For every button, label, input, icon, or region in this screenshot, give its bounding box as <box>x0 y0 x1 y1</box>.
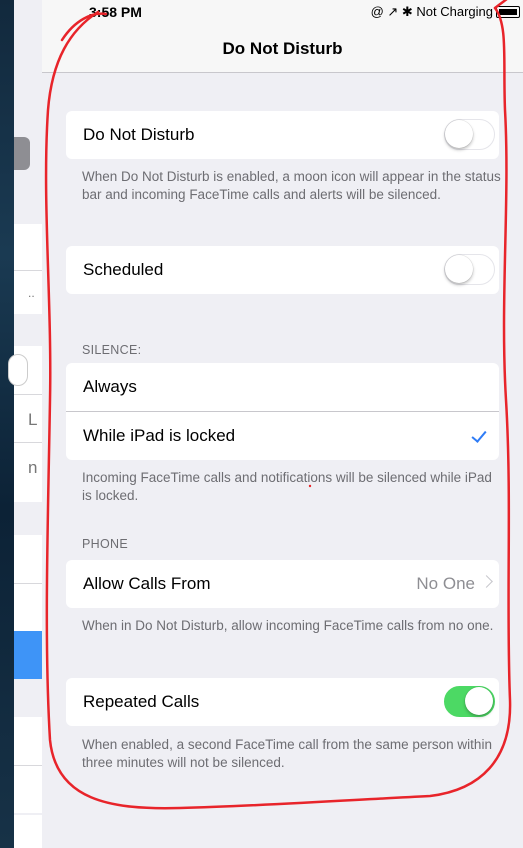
master-fragment: n <box>28 458 38 477</box>
toggle-knob <box>445 255 473 283</box>
master-separator <box>14 765 42 766</box>
master-icon-edge <box>14 137 30 170</box>
repeated-calls-toggle[interactable] <box>444 686 495 717</box>
toggle-knob <box>445 120 473 148</box>
master-pane: .. L n <box>0 0 42 848</box>
dnd-footer: When Do Not Disturb is enabled, a moon i… <box>82 169 501 202</box>
scheduled-group: Scheduled <box>66 246 499 294</box>
silence-footer: Incoming FaceTime calls and notification… <box>82 470 492 503</box>
navigation-bar: Do Not Disturb <box>42 22 523 73</box>
master-separator <box>14 270 42 271</box>
repeated-calls-label: Repeated Calls <box>83 692 200 711</box>
battery-icon <box>496 6 520 18</box>
phone-group: Allow Calls From No One <box>66 560 499 608</box>
master-separator <box>14 442 42 443</box>
dnd-toggle[interactable] <box>444 119 495 150</box>
scheduled-row[interactable]: Scheduled <box>66 246 499 294</box>
master-separator <box>14 394 42 395</box>
repeated-calls-group: Repeated Calls <box>66 678 499 726</box>
master-group-1[interactable]: .. <box>14 224 42 314</box>
dnd-label: Do Not Disturb <box>83 125 195 144</box>
silence-option-while-locked[interactable]: While iPad is locked <box>66 411 499 460</box>
repeated-calls-row[interactable]: Repeated Calls <box>66 678 499 726</box>
master-fragment: L <box>28 410 38 429</box>
dnd-group: Do Not Disturb <box>66 111 499 159</box>
silence-option-label: While iPad is locked <box>83 426 236 445</box>
status-time: 3:58 PM <box>89 4 142 20</box>
repeated-calls-footer: When enabled, a second FaceTime call fro… <box>82 737 492 770</box>
phone-header: PHONE <box>82 537 128 551</box>
page-title: Do Not Disturb <box>222 39 343 58</box>
chevron-right-icon <box>480 575 493 588</box>
silence-header: SILENCE: <box>82 343 142 357</box>
master-toggle-edge[interactable] <box>8 354 28 386</box>
silence-group: Always While iPad is locked <box>66 363 499 460</box>
dnd-row[interactable]: Do Not Disturb <box>66 111 499 159</box>
allow-calls-label: Allow Calls From <box>83 574 211 593</box>
scheduled-label: Scheduled <box>83 260 164 279</box>
allow-calls-value: No One <box>416 574 475 593</box>
master-selected-row[interactable] <box>14 631 42 679</box>
checkmark-icon <box>471 427 487 443</box>
silence-option-label: Always <box>83 377 137 396</box>
master-separator <box>14 583 42 584</box>
scheduled-toggle[interactable] <box>444 254 495 285</box>
detail-pane: 3:58 PM @ ↗ ✱ Not Charging Do Not Distur… <box>42 0 523 848</box>
silence-option-always[interactable]: Always <box>66 363 499 411</box>
phone-footer: When in Do Not Disturb, allow incoming F… <box>82 618 494 633</box>
status-bar: 3:58 PM @ ↗ ✱ Not Charging <box>42 0 523 22</box>
toggle-knob <box>465 687 493 715</box>
status-indicators: @ ↗ ✱ Not Charging <box>370 4 493 19</box>
master-group-5[interactable] <box>14 815 42 848</box>
allow-calls-from-row[interactable]: Allow Calls From No One <box>66 560 499 608</box>
master-fragment: .. <box>28 286 35 300</box>
